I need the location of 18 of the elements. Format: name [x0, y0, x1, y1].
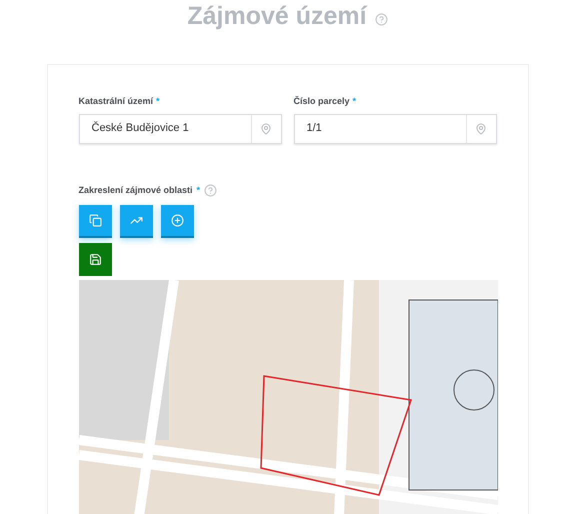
save-icon	[88, 253, 102, 266]
required-mark: *	[196, 184, 200, 196]
plus-circle-icon	[170, 214, 184, 227]
page-title: Zájmové území	[187, 1, 367, 32]
required-mark: *	[156, 95, 160, 108]
copy-icon	[88, 214, 102, 227]
text-field[interactable]: 1/1	[294, 114, 496, 144]
save-button[interactable]	[78, 243, 112, 276]
tool-button[interactable]	[160, 205, 194, 238]
section-label: Zakreslení zájmové oblasti	[78, 184, 193, 197]
tool-button[interactable]	[120, 205, 152, 238]
required-mark: *	[352, 95, 356, 108]
field-label: Katastrální území	[78, 95, 154, 108]
tool-button[interactable]	[78, 205, 112, 238]
text-field[interactable]: České Budějovice 1	[78, 114, 282, 144]
field-label: Číslo parcely	[294, 95, 350, 108]
map-pin-icon	[260, 122, 272, 134]
map-pin-icon	[475, 122, 487, 134]
